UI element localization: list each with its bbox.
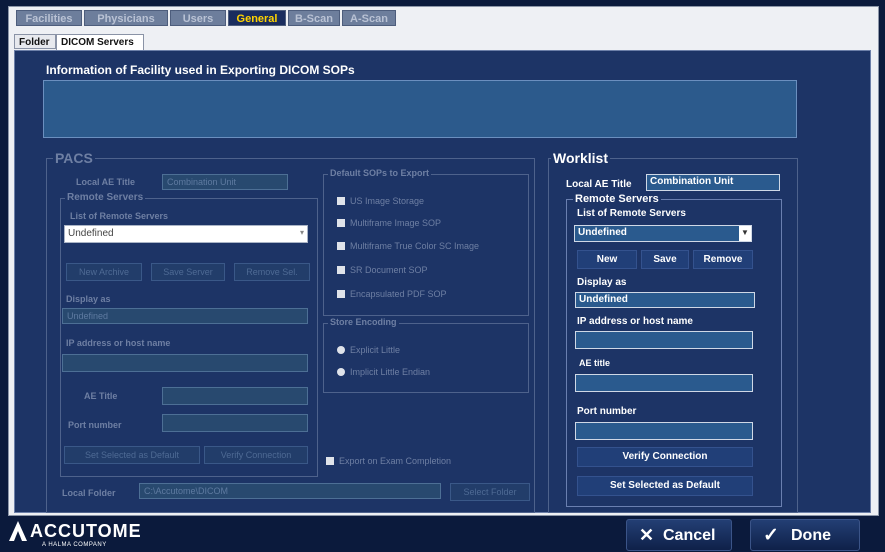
sop-option-3: Multiframe True Color SC Image xyxy=(350,241,480,251)
sop-checkbox-5 xyxy=(337,290,345,298)
logo-subtext: A HALMA COMPANY xyxy=(42,542,107,548)
store-option-1: Explicit Little xyxy=(350,345,401,355)
worklist-legend: Worklist xyxy=(551,150,610,166)
done-label: Done xyxy=(791,527,831,544)
sop-checkbox-2 xyxy=(337,219,345,227)
worklist-list-value: Undefined xyxy=(578,227,627,238)
pacs-remove-button: Remove Sel. xyxy=(234,263,310,281)
worklist-port-label: Port number xyxy=(577,406,637,417)
worklist-verify-button[interactable]: Verify Connection xyxy=(577,447,753,467)
worklist-list-label: List of Remote Servers xyxy=(577,208,686,219)
pacs-sop-legend: Default SOPs to Export xyxy=(328,168,432,178)
store-radio-1 xyxy=(337,346,345,354)
cancel-button[interactable]: ✕ Cancel xyxy=(626,519,732,551)
store-option-2: Implicit Little Endian xyxy=(350,367,431,377)
sop-option-2: Multiframe Image SOP xyxy=(350,218,442,228)
pacs-save-button: Save Server xyxy=(151,263,225,281)
subtab-dicom-servers[interactable]: DICOM Servers xyxy=(56,34,144,51)
pacs-local-ae-label: Local AE Title xyxy=(76,177,136,187)
pacs-ip-field xyxy=(62,354,308,372)
export-on-completion-label: Export on Exam Completion xyxy=(339,456,452,466)
worklist-ip-label: IP address or host name xyxy=(577,316,693,327)
pacs-store-legend: Store Encoding xyxy=(328,317,399,327)
tab-physicians[interactable]: Physicians xyxy=(84,10,168,26)
worklist-ae-title-field[interactable] xyxy=(575,374,753,392)
pacs-verify-button: Verify Connection xyxy=(204,446,308,464)
sop-option-1: US Image Storage xyxy=(350,196,425,206)
checkmark-icon: ✓ xyxy=(763,525,779,546)
worklist-save-button[interactable]: Save xyxy=(641,250,689,269)
pacs-new-button: New Archive xyxy=(66,263,142,281)
sop-checkbox-1 xyxy=(337,197,345,205)
tab-general[interactable]: General xyxy=(228,10,286,26)
local-folder-field: C:\Accutome\DICOM xyxy=(139,483,441,499)
worklist-list-select[interactable]: Undefined ▼ xyxy=(574,225,752,242)
select-folder-button: Select Folder xyxy=(450,483,530,501)
worklist-remote-servers-legend: Remote Servers xyxy=(573,193,661,205)
facility-info-box xyxy=(43,80,797,138)
accutome-logo-icon xyxy=(8,520,28,542)
worklist-display-as-field[interactable]: Undefined xyxy=(575,292,755,308)
close-icon: ✕ xyxy=(639,525,655,545)
pacs-list-label: List of Remote Servers xyxy=(70,211,169,221)
sop-option-4: SR Document SOP xyxy=(350,265,428,275)
worklist-new-button[interactable]: New xyxy=(577,250,637,269)
export-on-completion-checkbox xyxy=(326,457,334,465)
pacs-display-as-label: Display as xyxy=(66,294,111,304)
worklist-port-field[interactable] xyxy=(575,422,753,440)
pacs-port-label: Port number xyxy=(68,420,122,430)
pacs-store-group: Store Encoding xyxy=(323,318,529,393)
sop-checkbox-4 xyxy=(337,266,345,274)
pacs-list-select: Undefined ▾ xyxy=(64,225,308,243)
chevron-down-icon: ▾ xyxy=(299,228,304,237)
worklist-local-ae-field[interactable]: Combination Unit xyxy=(646,174,780,191)
pacs-local-ae-field: Combination Unit xyxy=(162,174,288,190)
pacs-legend: PACS xyxy=(53,150,95,166)
worklist-set-default-button[interactable]: Set Selected as Default xyxy=(577,476,753,496)
cancel-label: Cancel xyxy=(663,527,716,544)
worklist-ae-title-label: AE title xyxy=(579,358,611,368)
tab-users[interactable]: Users xyxy=(170,10,226,26)
pacs-port-field xyxy=(162,414,308,432)
tab-b-scan[interactable]: B-Scan xyxy=(288,10,340,26)
done-button[interactable]: ✓ Done xyxy=(750,519,860,551)
pacs-ae-title-field xyxy=(162,387,308,405)
sop-checkbox-3 xyxy=(337,242,345,250)
worklist-remove-button[interactable]: Remove xyxy=(693,250,753,269)
pacs-ae-title-label: AE Title xyxy=(84,391,118,401)
store-radio-2 xyxy=(337,368,345,376)
subtab-folder[interactable]: Folder xyxy=(14,34,56,49)
pacs-set-default-button: Set Selected as Default xyxy=(64,446,200,464)
pacs-display-as-field: Undefined xyxy=(62,308,308,324)
pacs-list-value: Undefined xyxy=(68,228,114,239)
info-heading: Information of Facility used in Exportin… xyxy=(46,63,355,77)
tab-facilities[interactable]: Facilities xyxy=(16,10,82,26)
local-folder-label: Local Folder xyxy=(62,488,116,498)
sop-option-5: Encapsulated PDF SOP xyxy=(350,289,447,299)
worklist-ip-field[interactable] xyxy=(575,331,753,349)
tab-a-scan[interactable]: A-Scan xyxy=(342,10,396,26)
pacs-remote-servers-legend: Remote Servers xyxy=(65,192,146,203)
pacs-ip-label: IP address or host name xyxy=(66,338,171,348)
logo-text: ACCUTOME xyxy=(30,521,142,541)
worklist-display-as-label: Display as xyxy=(577,277,627,288)
chevron-down-icon[interactable]: ▼ xyxy=(739,226,751,241)
worklist-local-ae-label: Local AE Title xyxy=(566,179,632,190)
